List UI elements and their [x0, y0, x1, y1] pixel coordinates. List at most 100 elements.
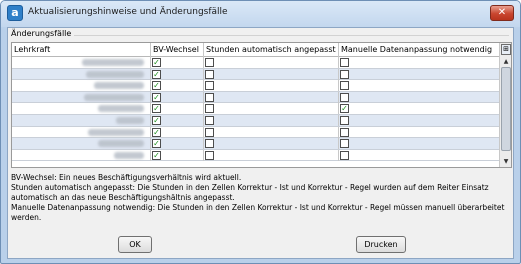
teacher-cell: [12, 80, 151, 92]
bv-cell: ✓: [151, 126, 204, 138]
auto-checkbox[interactable]: [205, 81, 214, 91]
manual-cell: [339, 149, 500, 161]
teacher-name-redacted: [98, 140, 144, 148]
teacher-name-redacted: [88, 128, 144, 136]
auto-checkbox[interactable]: [205, 69, 214, 79]
table-row[interactable]: ✓: [12, 57, 500, 69]
scrollbar-thumb[interactable]: [501, 67, 511, 151]
legend-bv: BV-Wechsel: Ein neues Beschäftigungsverh…: [11, 173, 242, 182]
manual-checkbox[interactable]: [340, 81, 349, 91]
scroll-up-icon[interactable]: ▲: [501, 58, 511, 66]
auto-checkbox[interactable]: [205, 104, 214, 114]
auto-checkbox[interactable]: [205, 150, 214, 160]
manual-cell: [339, 126, 500, 138]
auto-cell: [204, 138, 339, 150]
manual-checkbox[interactable]: [340, 69, 349, 79]
table-row[interactable]: ✓: [12, 80, 500, 92]
manual-checkbox[interactable]: [340, 115, 349, 125]
manual-cell: [339, 68, 500, 80]
bv-checkbox[interactable]: ✓: [152, 69, 161, 79]
vertical-scrollbar[interactable]: ⊞ ▲ ▼: [499, 43, 511, 167]
group-divider: [74, 35, 509, 36]
table-row[interactable]: ✓: [12, 114, 500, 127]
legend-text: BV-Wechsel: Ein neues Beschäftigungsverh…: [11, 173, 511, 223]
manual-checkbox[interactable]: [340, 150, 349, 160]
table-row[interactable]: ✓ ✓: [12, 103, 500, 115]
manual-cell: [339, 80, 500, 92]
teacher-cell: [12, 103, 151, 115]
auto-cell: [204, 68, 339, 80]
manual-cell: [339, 57, 500, 68]
table-row[interactable]: ✓: [12, 138, 500, 150]
bv-cell: ✓: [151, 103, 204, 115]
manual-checkbox[interactable]: [340, 139, 349, 149]
table-row[interactable]: ✓: [12, 126, 500, 139]
title-bar: a Aktualisierungshinweise und Änderungsf…: [1, 1, 520, 27]
teacher-name-redacted: [114, 151, 144, 159]
column-header-manuell[interactable]: Manuelle Datenanpassung notwendig: [339, 43, 500, 57]
column-header-lehrkraft[interactable]: Lehrkraft: [12, 43, 151, 57]
teacher-cell: [12, 57, 151, 68]
teacher-cell: [12, 138, 151, 150]
manual-checkbox[interactable]: [340, 127, 349, 137]
teacher-cell: [12, 126, 151, 138]
table-row[interactable]: ✓: [12, 91, 500, 104]
bv-cell: ✓: [151, 68, 204, 80]
column-header-stunden-auto[interactable]: Stunden automatisch angepasst: [204, 43, 339, 57]
auto-checkbox[interactable]: [205, 58, 214, 67]
column-header-bv-wechsel[interactable]: BV-Wechsel: [151, 43, 204, 57]
auto-cell: [204, 114, 339, 126]
bv-checkbox[interactable]: ✓: [152, 92, 161, 102]
teacher-cell: [12, 149, 151, 161]
auto-cell: [204, 103, 339, 115]
changes-table: Lehrkraft BV-Wechsel Stunden automatisch…: [11, 42, 512, 168]
window-title: Aktualisierungshinweise und Änderungsfäl…: [28, 7, 228, 17]
bv-checkbox[interactable]: ✓: [152, 58, 161, 67]
auto-cell: [204, 80, 339, 92]
print-button[interactable]: Drucken: [356, 236, 406, 253]
manual-checkbox[interactable]: ✓: [340, 104, 349, 114]
scroll-down-icon[interactable]: ▼: [501, 158, 511, 166]
table-body: ✓ ✓ ✓ ✓ ✓ ✓ ✓ ✓ ✓ ✓: [12, 57, 500, 167]
teacher-name-redacted: [116, 116, 144, 124]
table-row[interactable]: ✓: [12, 149, 500, 162]
teacher-name-redacted: [86, 70, 144, 78]
bv-checkbox[interactable]: ✓: [152, 139, 161, 149]
teacher-cell: [12, 114, 151, 126]
manual-cell: [339, 91, 500, 103]
auto-cell: [204, 57, 339, 68]
bv-cell: ✓: [151, 80, 204, 92]
auto-checkbox[interactable]: [205, 127, 214, 137]
manual-cell: ✓: [339, 103, 500, 115]
bv-checkbox[interactable]: ✓: [152, 115, 161, 125]
bv-checkbox[interactable]: ✓: [152, 127, 161, 137]
auto-checkbox[interactable]: [205, 139, 214, 149]
bv-cell: ✓: [151, 91, 204, 103]
teacher-cell: [12, 68, 151, 80]
bv-cell: ✓: [151, 57, 204, 68]
table-row[interactable]: ✓: [12, 68, 500, 81]
manual-cell: [339, 114, 500, 126]
close-button[interactable]: ✕: [490, 5, 514, 21]
legend-manual: Manuelle Datenanpassung notwendig: Die S…: [11, 203, 505, 223]
bv-checkbox[interactable]: ✓: [152, 150, 161, 160]
bv-checkbox[interactable]: ✓: [152, 81, 161, 91]
manual-checkbox[interactable]: [340, 92, 349, 102]
bv-cell: ✓: [151, 149, 204, 161]
auto-checkbox[interactable]: [205, 115, 214, 125]
bv-checkbox[interactable]: ✓: [152, 104, 161, 114]
bv-cell: ✓: [151, 138, 204, 150]
teacher-name-redacted: [98, 105, 144, 113]
teacher-name-redacted: [82, 59, 144, 66]
bv-cell: ✓: [151, 114, 204, 126]
table-header: Lehrkraft BV-Wechsel Stunden automatisch…: [12, 43, 500, 57]
ok-button[interactable]: OK: [118, 236, 152, 253]
group-label: Änderungsfälle: [11, 29, 72, 38]
manual-cell: [339, 138, 500, 150]
column-config-icon[interactable]: ⊞: [501, 44, 511, 55]
teacher-name-redacted: [84, 93, 144, 101]
dialog-body: Änderungsfälle Lehrkraft BV-Wechsel Stun…: [7, 27, 514, 259]
manual-checkbox[interactable]: [340, 58, 349, 67]
teacher-cell: [12, 91, 151, 103]
auto-checkbox[interactable]: [205, 92, 214, 102]
